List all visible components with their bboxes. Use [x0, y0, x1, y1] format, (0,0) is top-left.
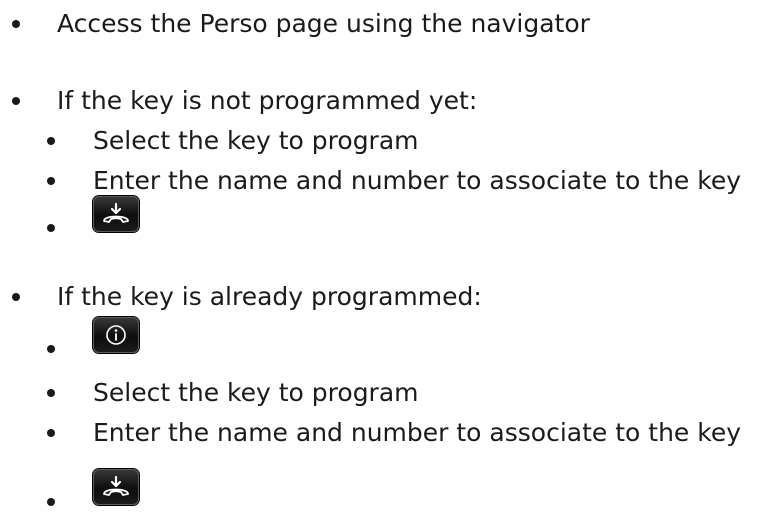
off-hook-key-icon	[93, 469, 139, 505]
substep-text: Select the key to program	[93, 378, 419, 407]
substep-text: Enter the name and number to associate t…	[93, 166, 741, 195]
step-text: Access the Perso page using the navigato…	[57, 9, 590, 38]
off-hook-key-icon	[93, 196, 139, 232]
bullet	[12, 97, 20, 105]
info-key-icon	[93, 317, 139, 353]
sub-bullet	[47, 345, 55, 353]
sub-bullet	[47, 224, 55, 232]
sub-bullet	[47, 498, 55, 506]
sub-bullet	[47, 429, 55, 437]
step-text: If the key is already programmed:	[57, 282, 482, 311]
substep-text: Enter the name and number to associate t…	[93, 418, 741, 447]
substep-text: Select the key to program	[93, 126, 419, 155]
bullet	[12, 293, 20, 301]
bullet	[12, 20, 20, 28]
step-text: If the key is not programmed yet:	[57, 86, 478, 115]
sub-bullet	[47, 389, 55, 397]
sub-bullet	[47, 137, 55, 145]
sub-bullet	[47, 177, 55, 185]
